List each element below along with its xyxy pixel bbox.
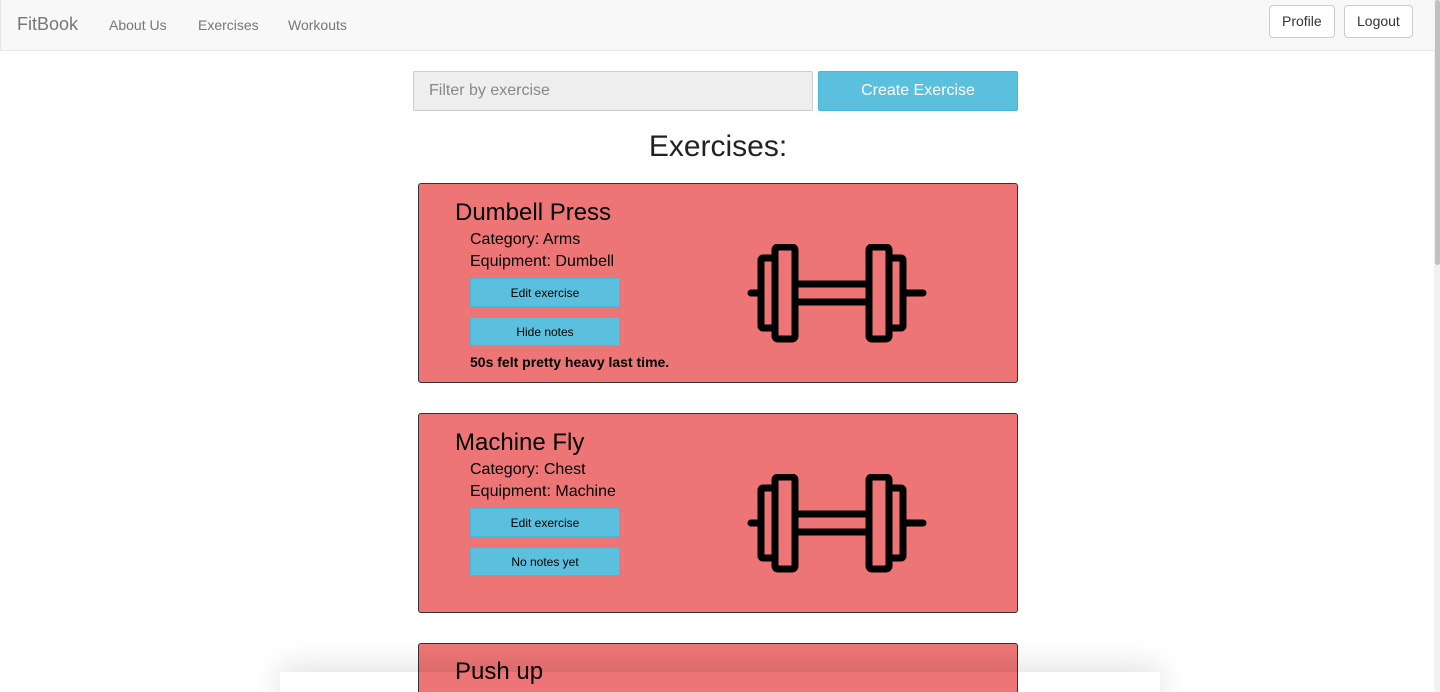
- logout-button[interactable]: Logout: [1344, 5, 1413, 38]
- nav-link-workouts[interactable]: Workouts: [288, 17, 347, 33]
- exercise-card: Machine Fly Category: Chest Equipment: M…: [418, 413, 1018, 613]
- navbar: FitBook About Us Exercises Workouts Prof…: [0, 0, 1434, 51]
- exercise-note: 50s felt pretty heavy last time.: [470, 354, 670, 370]
- profile-button[interactable]: Profile: [1269, 5, 1335, 38]
- dumbbell-icon: [747, 474, 927, 573]
- edit-exercise-button[interactable]: Edit exercise: [470, 508, 620, 537]
- bottom-shadow: [280, 672, 1160, 692]
- edit-exercise-button[interactable]: Edit exercise: [470, 278, 620, 307]
- create-exercise-button[interactable]: Create Exercise: [818, 71, 1018, 111]
- no-notes-button[interactable]: No notes yet: [470, 547, 620, 576]
- dumbbell-icon: [747, 244, 927, 343]
- exercise-equipment: Equipment: Machine: [470, 483, 616, 500]
- exercise-equipment: Equipment: Dumbell: [470, 253, 615, 270]
- nav-link-about-us[interactable]: About Us: [109, 17, 167, 33]
- exercise-name: Dumbell Press: [455, 199, 612, 226]
- hide-notes-button[interactable]: Hide notes: [470, 317, 620, 346]
- scrollbar-thumb[interactable]: [1435, 0, 1440, 265]
- exercise-card: Dumbell Press Category: Arms Equipment: …: [418, 183, 1018, 383]
- exercise-category: Category: Chest: [470, 461, 586, 478]
- page-title: Exercises:: [648, 130, 788, 163]
- filter-input[interactable]: [413, 71, 813, 111]
- exercise-name: Machine Fly: [455, 429, 585, 456]
- brand-logo[interactable]: FitBook: [17, 14, 78, 35]
- nav-link-exercises[interactable]: Exercises: [198, 17, 259, 33]
- exercise-category: Category: Arms: [470, 231, 581, 248]
